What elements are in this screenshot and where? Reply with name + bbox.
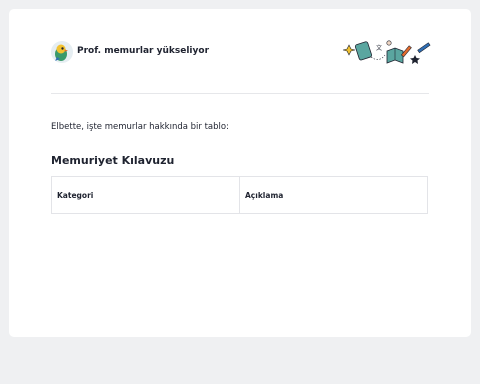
header: Prof. memurlar yükseliyor 文 bbox=[51, 40, 431, 81]
table-header-category: Kategori bbox=[57, 190, 94, 200]
svg-text:文: 文 bbox=[376, 44, 382, 52]
brand-name: Prof. memurlar yükseliyor bbox=[77, 46, 210, 56]
decorative-doodle-icon: 文 bbox=[342, 37, 435, 69]
guide-table: Kategori Açıklama bbox=[51, 176, 428, 214]
chat-card: Prof. memurlar yükseliyor 文 Elbette, işt… bbox=[9, 9, 471, 337]
intro-text: Elbette, işte memurlar hakkında bir tabl… bbox=[51, 122, 229, 132]
header-divider bbox=[51, 93, 429, 94]
table-header-description: Açıklama bbox=[239, 177, 427, 213]
parrot-avatar-icon bbox=[51, 41, 73, 63]
section-title: Memuriyet Kılavuzu bbox=[51, 154, 175, 167]
